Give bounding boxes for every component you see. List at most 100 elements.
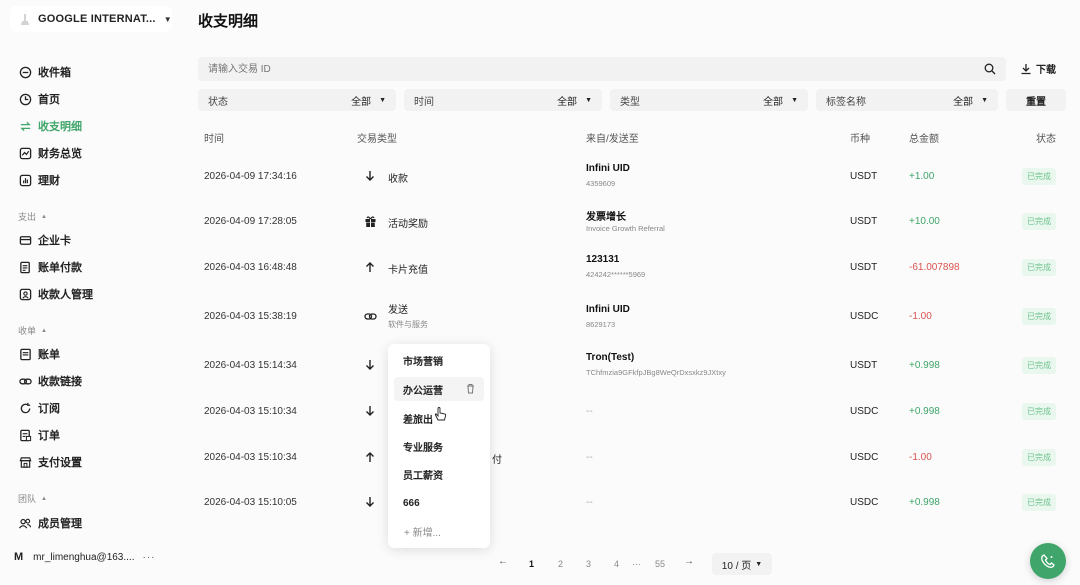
next-page-button[interactable]: →: [684, 556, 694, 567]
page-ellipsis[interactable]: ···: [632, 559, 641, 569]
arrow-up-icon: [363, 260, 377, 274]
sidebar-item-invest[interactable]: 理财: [18, 171, 60, 189]
sidebar-item-label: 订单: [38, 430, 60, 442]
tag-option[interactable]: 666: [388, 491, 490, 515]
table-row[interactable]: 2026-04-09 17:28:05 活动奖励 发票增长 Invoice Gr…: [198, 207, 1068, 251]
row-time: 2026-04-03 15:10:34: [204, 452, 297, 463]
inbox-icon: [18, 65, 32, 79]
filter-select[interactable]: 全部 ▼: [351, 93, 386, 108]
section-expense[interactable]: 支出 ▲: [18, 210, 47, 223]
sidebar-item-label: 成员管理: [38, 518, 82, 530]
sidebar-item-bills[interactable]: 账单: [18, 345, 60, 363]
filter-label: 标签名称: [826, 96, 866, 108]
more-icon[interactable]: ···: [143, 552, 156, 563]
status-badge: 已完成: [1022, 403, 1056, 420]
sidebar-item-bill-payment[interactable]: 账单付款: [18, 258, 82, 276]
filter-type[interactable]: 类型 全部 ▼: [610, 89, 808, 111]
sidebar-item-home[interactable]: 首页: [18, 90, 60, 108]
trash-icon[interactable]: [465, 383, 476, 397]
filter-select[interactable]: 全部 ▼: [953, 93, 988, 108]
filter-select[interactable]: 全部 ▼: [557, 93, 592, 108]
row-currency: USDC: [850, 406, 879, 417]
card-icon: [18, 233, 32, 247]
table-row[interactable]: 2026-04-03 15:10:05 -- USDC +0.998 已完成: [198, 488, 1068, 532]
search-input[interactable]: [198, 57, 958, 81]
section-income[interactable]: 收单 ▲: [18, 324, 47, 337]
status-badge: 已完成: [1022, 259, 1056, 276]
refresh-icon: [18, 401, 32, 415]
column-header: 时间: [204, 134, 224, 145]
sidebar-item-corporate-card[interactable]: 企业卡: [18, 231, 71, 249]
row-counterparty-empty: --: [586, 452, 593, 463]
row-currency: USDT: [850, 171, 878, 182]
table-row[interactable]: 2026-04-03 15:10:34 -- USDC -1.00 已完成: [198, 443, 1068, 487]
filter-label: 类型: [620, 96, 640, 108]
user-account[interactable]: M mr_limenghua@163.... ···: [14, 545, 156, 569]
sidebar-item-payment-links[interactable]: 收款链接: [18, 372, 82, 390]
download-icon: [1021, 63, 1031, 74]
row-time: 2026-04-03 15:10:05: [204, 497, 297, 508]
sidebar-item-payment-settings[interactable]: 支付设置: [18, 453, 82, 471]
sidebar-item-members[interactable]: 成员管理: [18, 514, 82, 532]
section-team[interactable]: 团队 ▲: [18, 492, 47, 505]
page-size-select[interactable]: 10 / 页 ▼: [712, 553, 772, 575]
row-time: 2026-04-09 17:28:05: [204, 216, 297, 227]
sidebar-item-label: 账单付款: [38, 262, 82, 274]
chevron-down-icon: ▼: [585, 96, 592, 104]
table-row[interactable]: 2026-04-03 15:10:34 -- USDC +0.998 已完成: [198, 397, 1068, 441]
row-counterparty-id: 4359609: [586, 179, 616, 188]
page-4[interactable]: 4: [614, 559, 619, 569]
gift-icon: [363, 214, 377, 228]
tag-option[interactable]: 员工薪资: [388, 462, 490, 486]
row-type: 活动奖励: [388, 219, 428, 230]
reset-button[interactable]: 重置: [1006, 89, 1066, 111]
filter-tag[interactable]: 标签名称 全部 ▼: [816, 89, 998, 111]
filter-value: 全部: [953, 96, 974, 108]
prev-page-button[interactable]: ←: [498, 556, 508, 567]
page-1[interactable]: 1: [529, 559, 534, 569]
org-name: GOOGLE INTERNAT...: [38, 13, 156, 25]
chart-icon: [18, 146, 32, 160]
table-row[interactable]: 2026-04-03 15:14:34 Tron(Test) TChfmzia9…: [198, 351, 1068, 395]
support-chat-button[interactable]: [1030, 543, 1066, 579]
org-switcher[interactable]: GOOGLE INTERNAT... ▼: [10, 6, 172, 32]
users-icon: [18, 516, 32, 530]
page-2[interactable]: 2: [558, 559, 563, 569]
row-type: 发送: [388, 305, 408, 316]
row-amount: +0.998: [909, 497, 940, 508]
filter-select[interactable]: 全部 ▼: [763, 93, 798, 108]
sidebar-item-subscriptions[interactable]: 订阅: [18, 399, 60, 417]
arrow-down-icon: [363, 358, 377, 372]
chevron-down-icon: ▼: [791, 96, 798, 104]
page-55[interactable]: 55: [655, 559, 665, 569]
table-row[interactable]: 2026-04-03 15:38:19 发送 软件与服务 Infini UID …: [198, 300, 1068, 344]
table-row[interactable]: 2026-04-03 16:48:48 卡片充值 123131 424242**…: [198, 253, 1068, 297]
row-type-category: 软件与服务: [388, 320, 428, 329]
chevron-down-icon: ▼: [163, 14, 172, 24]
arrow-down-icon: [363, 495, 377, 509]
download-button[interactable]: 下载: [1020, 61, 1056, 76]
column-header: 状态: [1036, 134, 1056, 145]
sidebar-item-orders[interactable]: 订单: [18, 426, 60, 444]
tag-option[interactable]: 专业服务: [388, 434, 490, 458]
search-icon[interactable]: [984, 63, 996, 75]
sidebar-item-payees[interactable]: 收款人管理: [18, 285, 93, 303]
sidebar-item-finance-overview[interactable]: 财务总览: [18, 144, 82, 162]
link-icon: [18, 374, 32, 388]
filter-time[interactable]: 时间 全部 ▼: [404, 89, 602, 111]
row-counterparty-id: 424242******5969: [586, 270, 646, 279]
tag-option[interactable]: 市场营销: [388, 348, 490, 372]
sidebar-item-label: 支付设置: [38, 457, 82, 469]
sidebar-item-inbox[interactable]: 收件箱: [18, 63, 71, 81]
filter-status[interactable]: 状态 全部 ▼: [198, 89, 396, 111]
status-badge: 已完成: [1022, 494, 1056, 511]
download-label: 下载: [1036, 65, 1056, 76]
page-3[interactable]: 3: [586, 559, 591, 569]
table-row[interactable]: 2026-04-09 17:34:16 收款 Infini UID 435960…: [198, 162, 1068, 206]
hand-cursor-icon: [434, 407, 447, 421]
row-currency: USDT: [850, 360, 878, 371]
tag-option-hovered[interactable]: 办公运营: [394, 377, 484, 401]
add-tag-button[interactable]: + 新增...: [404, 524, 441, 539]
avatar: M: [14, 551, 24, 563]
row-amount: +0.998: [909, 360, 940, 371]
